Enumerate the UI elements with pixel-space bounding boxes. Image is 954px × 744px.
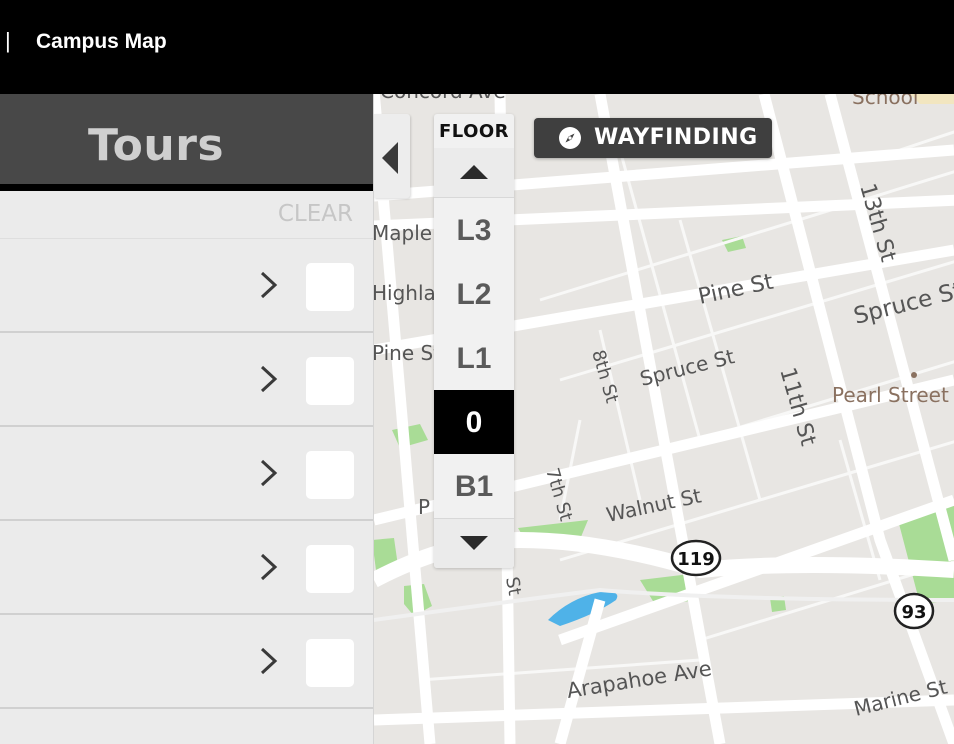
triangle-down-icon — [460, 536, 488, 550]
label-pine-left: Pine St — [372, 341, 441, 365]
triangle-up-icon — [460, 165, 488, 179]
tours-panel-header: Tours — [0, 94, 373, 184]
tour-row[interactable] — [0, 239, 373, 333]
label-pearl: Pearl Street — [832, 383, 949, 407]
label-maple: Maple — [372, 221, 432, 245]
floor-level-0[interactable]: 0 — [434, 390, 514, 454]
tour-row[interactable] — [0, 427, 373, 521]
label-st-frag: St — [501, 575, 525, 597]
floor-down-button[interactable] — [434, 518, 514, 568]
tour-list — [0, 239, 373, 709]
collapse-panel-button[interactable] — [374, 114, 410, 198]
triangle-left-icon — [382, 142, 398, 174]
chevron-right-icon[interactable] — [258, 552, 280, 582]
top-bar: | Campus Map — [0, 0, 954, 94]
floor-selector: FLOOR L3 L2 L1 0 B1 — [434, 114, 514, 568]
tours-panel: Tours CLEAR — [0, 94, 374, 744]
tour-checkbox[interactable] — [306, 357, 354, 405]
floor-up-button[interactable] — [434, 148, 514, 198]
tour-checkbox[interactable] — [306, 545, 354, 593]
tour-row[interactable] — [0, 521, 373, 615]
floor-level-b1[interactable]: B1 — [434, 454, 514, 518]
shield-93: 93 — [893, 592, 935, 630]
poi-dot — [911, 372, 917, 378]
svg-text:119: 119 — [677, 549, 715, 570]
shield-119: 119 — [670, 539, 722, 577]
chevron-right-icon[interactable] — [258, 270, 280, 300]
chevron-right-icon[interactable] — [258, 364, 280, 394]
clear-button[interactable]: CLEAR — [278, 201, 353, 227]
wayfinding-button[interactable]: WAYFINDING — [534, 118, 772, 158]
chevron-right-icon[interactable] — [258, 646, 280, 676]
tours-title: Tours — [88, 120, 225, 171]
floor-level-l2[interactable]: L2 — [434, 262, 514, 326]
panel-divider — [0, 184, 373, 191]
clear-row: CLEAR — [0, 191, 373, 239]
label-p-frag: P — [418, 495, 430, 519]
tour-row[interactable] — [0, 615, 373, 709]
compass-icon — [559, 127, 581, 149]
floor-label: FLOOR — [438, 121, 510, 142]
chevron-right-icon[interactable] — [258, 458, 280, 488]
label-concord: Concord Ave — [380, 94, 506, 103]
app-title: Campus Map — [36, 30, 167, 53]
label-school: School — [852, 94, 918, 109]
header-separator: | — [5, 28, 11, 53]
svg-text:93: 93 — [901, 602, 926, 623]
floor-level-l3[interactable]: L3 — [434, 198, 514, 262]
tour-checkbox[interactable] — [306, 451, 354, 499]
wayfinding-label: WAYFINDING — [594, 125, 758, 150]
tour-checkbox[interactable] — [306, 639, 354, 687]
floor-level-l1[interactable]: L1 — [434, 326, 514, 390]
tour-checkbox[interactable] — [306, 263, 354, 311]
floor-levels: L3 L2 L1 0 B1 — [434, 198, 514, 518]
tour-row[interactable] — [0, 333, 373, 427]
